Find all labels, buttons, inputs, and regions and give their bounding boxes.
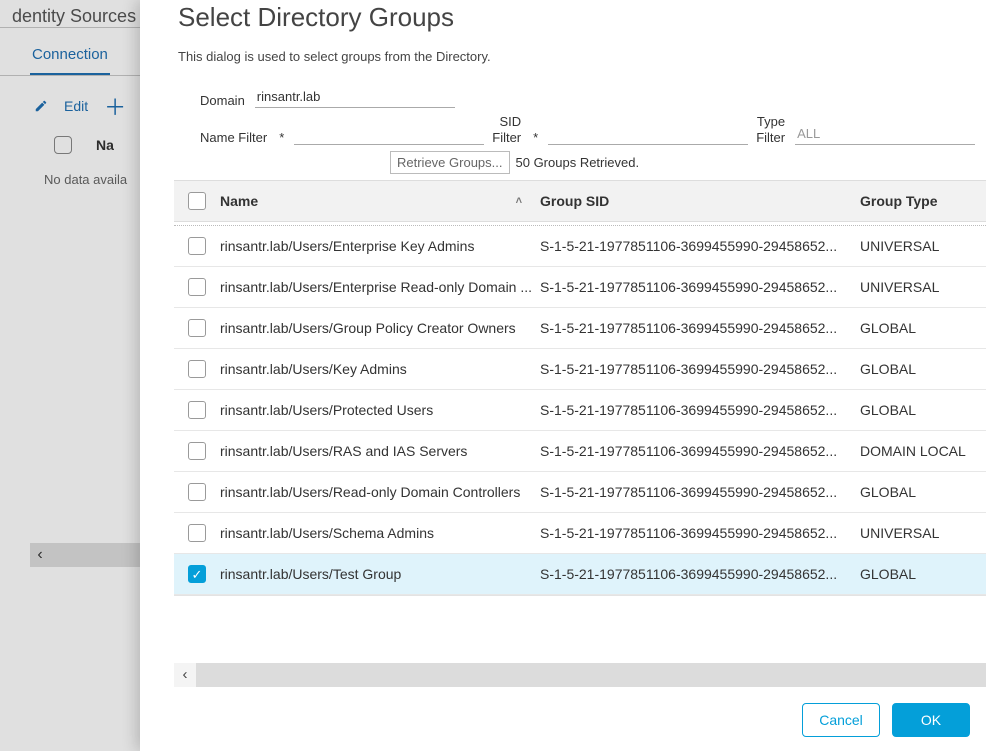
sort-asc-icon: ˄: [516, 195, 540, 207]
horizontal-scrollbar[interactable]: ‹: [174, 663, 986, 687]
column-group-sid[interactable]: Group SID: [540, 193, 860, 209]
domain-label: Domain: [200, 93, 245, 108]
backdrop-pager[interactable]: ‹: [30, 543, 150, 567]
row-checkbox[interactable]: [188, 483, 206, 501]
groups-table: Name ˄ Group SID Group Type rinsantr.lab…: [174, 180, 986, 639]
select-all-checkbox[interactable]: [54, 136, 72, 154]
select-directory-groups-dialog: Select Directory Groups This dialog is u…: [140, 0, 998, 751]
select-all-checkbox[interactable]: [188, 192, 206, 210]
table-row[interactable]: rinsantr.lab/Users/Enterprise Key Admins…: [174, 226, 986, 267]
cell-group-sid: S-1-5-21-1977851106-3699455990-29458652.…: [540, 402, 860, 418]
dialog-title: Select Directory Groups: [140, 0, 998, 49]
cell-group-sid: S-1-5-21-1977851106-3699455990-29458652.…: [540, 320, 860, 336]
filter-bar: Domain: [140, 86, 998, 114]
name-filter-input[interactable]: [294, 123, 484, 145]
cell-group-type: GLOBAL: [860, 402, 986, 418]
sid-filter-input[interactable]: [548, 123, 748, 145]
row-checkbox[interactable]: [188, 401, 206, 419]
dialog-footer: Cancel OK: [140, 687, 998, 737]
cell-group-type: GLOBAL: [860, 566, 986, 582]
edit-icon: [34, 99, 48, 113]
tab-connection[interactable]: Connection: [30, 40, 110, 75]
cell-name: rinsantr.lab/Users/RAS and IAS Servers: [220, 443, 540, 459]
cell-group-sid: S-1-5-21-1977851106-3699455990-29458652.…: [540, 361, 860, 377]
domain-field[interactable]: [255, 86, 455, 108]
table-row[interactable]: rinsantr.lab/Users/Enterprise Read-only …: [174, 267, 986, 308]
row-checkbox[interactable]: [188, 565, 206, 583]
column-group-type[interactable]: Group Type: [860, 193, 986, 209]
column-name[interactable]: Name ˄: [220, 193, 540, 209]
cell-group-sid: S-1-5-21-1977851106-3699455990-29458652.…: [540, 566, 860, 582]
chevron-left-icon[interactable]: ‹: [174, 663, 196, 687]
retrieve-count: 50 Groups Retrieved.: [516, 155, 640, 170]
row-checkbox[interactable]: [188, 237, 206, 255]
type-filter-input[interactable]: [795, 123, 975, 145]
cell-group-sid: S-1-5-21-1977851106-3699455990-29458652.…: [540, 525, 860, 541]
retrieve-groups-button[interactable]: Retrieve Groups...: [390, 151, 510, 174]
row-checkbox[interactable]: [188, 442, 206, 460]
table-row[interactable]: rinsantr.lab/Users/Protected UsersS-1-5-…: [174, 390, 986, 431]
cell-group-sid: S-1-5-21-1977851106-3699455990-29458652.…: [540, 484, 860, 500]
type-filter-label: Type Filter: [756, 114, 785, 145]
row-checkbox[interactable]: [188, 360, 206, 378]
cell-name: rinsantr.lab/Users/Test Group: [220, 566, 540, 582]
cell-group-sid: S-1-5-21-1977851106-3699455990-29458652.…: [540, 238, 860, 254]
cancel-button[interactable]: Cancel: [802, 703, 880, 737]
chevron-left-icon[interactable]: ‹: [30, 546, 50, 564]
cell-group-type: UNIVERSAL: [860, 279, 986, 295]
cell-name: rinsantr.lab/Users/Enterprise Key Admins: [220, 238, 540, 254]
cell-name: rinsantr.lab/Users/Enterprise Read-only …: [220, 279, 540, 295]
table-row[interactable]: rinsantr.lab/Users/Read-only Domain Cont…: [174, 472, 986, 513]
table-row[interactable]: rinsantr.lab/Users/Schema AdminsS-1-5-21…: [174, 513, 986, 554]
required-asterisk: *: [531, 130, 538, 145]
table-header: Name ˄ Group SID Group Type: [174, 180, 986, 222]
cell-group-sid: S-1-5-21-1977851106-3699455990-29458652.…: [540, 279, 860, 295]
edit-button[interactable]: Edit: [64, 98, 88, 114]
cell-group-type: GLOBAL: [860, 484, 986, 500]
cell-group-type: UNIVERSAL: [860, 238, 986, 254]
row-checkbox[interactable]: [188, 278, 206, 296]
table-row[interactable]: rinsantr.lab/Users/Group Policy Creator …: [174, 308, 986, 349]
ok-button[interactable]: OK: [892, 703, 970, 737]
cell-name: rinsantr.lab/Users/Key Admins: [220, 361, 540, 377]
add-icon[interactable]: ＋: [104, 90, 126, 122]
table-row[interactable]: rinsantr.lab/Users/Key AdminsS-1-5-21-19…: [174, 349, 986, 390]
cell-name: rinsantr.lab/Users/Group Policy Creator …: [220, 320, 540, 336]
name-filter-label: Name Filter: [200, 130, 267, 145]
filter-bar-2: Name Filter * SID Filter * Type Filter: [140, 114, 998, 151]
cell-group-type: GLOBAL: [860, 320, 986, 336]
cell-group-type: DOMAIN LOCAL: [860, 443, 986, 459]
table-row[interactable]: rinsantr.lab/Users/Test GroupS-1-5-21-19…: [174, 554, 986, 595]
cell-name: rinsantr.lab/Users/Read-only Domain Cont…: [220, 484, 540, 500]
dialog-description: This dialog is used to select groups fro…: [140, 49, 998, 86]
sid-filter-label: SID Filter: [492, 114, 521, 145]
cell-name: rinsantr.lab/Users/Schema Admins: [220, 525, 540, 541]
cell-group-type: UNIVERSAL: [860, 525, 986, 541]
table-body: rinsantr.lab/Users/Enterprise Key Admins…: [174, 222, 986, 596]
cell-group-sid: S-1-5-21-1977851106-3699455990-29458652.…: [540, 443, 860, 459]
cell-group-type: GLOBAL: [860, 361, 986, 377]
row-checkbox[interactable]: [188, 319, 206, 337]
row-checkbox[interactable]: [188, 524, 206, 542]
table-row[interactable]: rinsantr.lab/Users/RAS and IAS ServersS-…: [174, 431, 986, 472]
required-asterisk: *: [277, 130, 284, 145]
cell-name: rinsantr.lab/Users/Protected Users: [220, 402, 540, 418]
column-name-header: Na: [96, 137, 114, 153]
